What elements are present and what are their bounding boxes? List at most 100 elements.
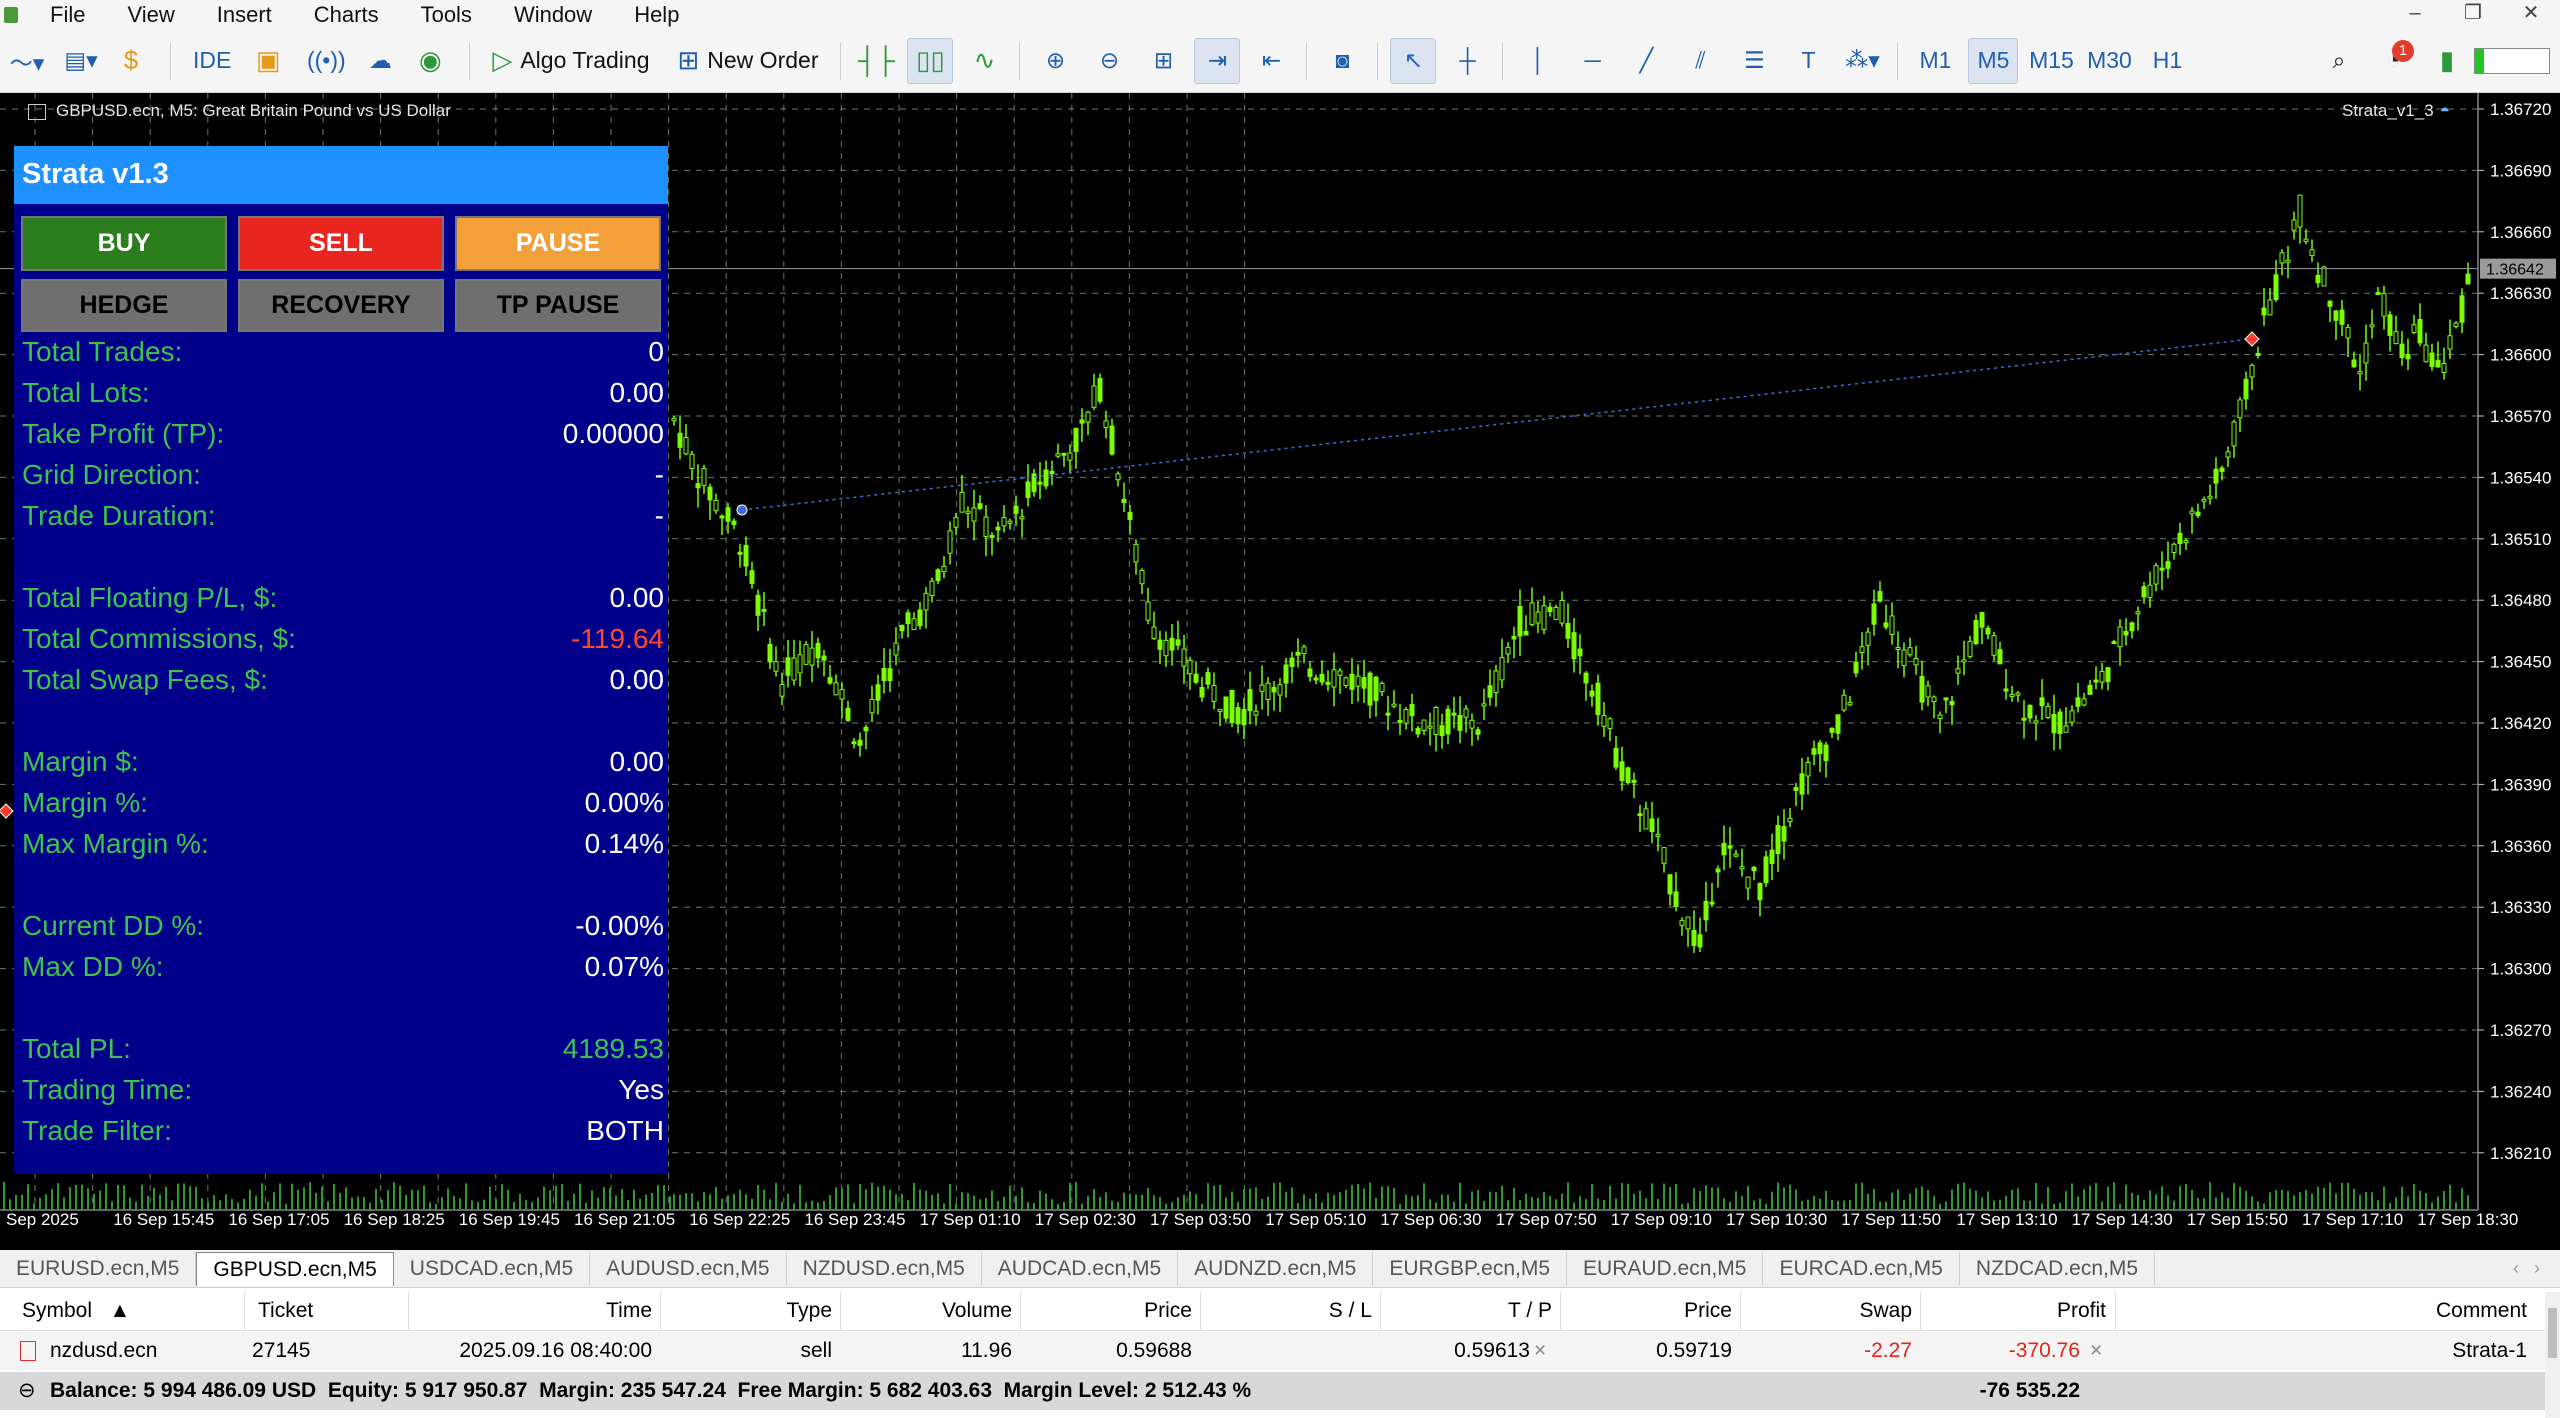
candle-body <box>2285 259 2291 263</box>
header-tp[interactable]: T / P <box>1380 1292 1552 1330</box>
line-chart-icon[interactable]: ∿ <box>961 38 1007 84</box>
market-icon[interactable]: $ <box>112 38 158 84</box>
crosshair-icon[interactable]: ┼ <box>1444 38 1490 84</box>
vps-icon[interactable]: ◉ <box>411 38 457 84</box>
menu-tools[interactable]: Tools <box>400 2 493 28</box>
algo-trading-button[interactable]: ▷ Algo Trading <box>482 38 659 84</box>
horizontal-line-icon[interactable]: ─ <box>1569 38 1615 84</box>
candle-body <box>2183 540 2189 544</box>
notifications-icon[interactable]: ◔ 1 <box>2370 38 2416 84</box>
zoom-out-icon[interactable]: ⊖ <box>1086 38 1132 84</box>
lock-icon[interactable]: ▣ <box>249 38 295 84</box>
trade-close-marker <box>2244 331 2260 347</box>
screenshot-icon[interactable]: ◙ <box>1319 38 1365 84</box>
timeframe-m30[interactable]: M30 <box>2084 38 2134 84</box>
header-current-price[interactable]: Price <box>1560 1292 1732 1330</box>
symbol-tab[interactable]: EURGBP.ecn,M5 <box>1373 1252 1568 1285</box>
candle-body <box>857 739 863 746</box>
restore-button[interactable]: ❐ <box>2444 0 2502 29</box>
new-order-button[interactable]: ⊞ New Order <box>667 38 828 84</box>
symbol-tab[interactable]: AUDCAD.ecn,M5 <box>982 1252 1179 1285</box>
grid-icon[interactable]: ⊞ <box>1140 38 1186 84</box>
candle-body <box>2015 692 2021 696</box>
ea-stat-label: Trading Time: <box>22 1074 193 1105</box>
symbol-tab[interactable]: GBPUSD.ecn,M5 <box>196 1251 394 1286</box>
tp-pause-button[interactable]: TP PAUSE <box>455 279 661 332</box>
candle-body <box>1397 719 1403 723</box>
header-profit[interactable]: Profit <box>1920 1292 2106 1330</box>
fibonacci-icon[interactable]: ☰ <box>1731 38 1777 84</box>
timeframe-m1[interactable]: M1 <box>1910 38 1960 84</box>
sell-button[interactable]: SELL <box>238 216 444 271</box>
candle-body <box>1481 703 1487 707</box>
symbol-tab[interactable]: EURCAD.ecn,M5 <box>1763 1252 1960 1285</box>
candle-body <box>1715 868 1721 873</box>
symbol-tab[interactable]: NZDUSD.ecn,M5 <box>787 1252 982 1285</box>
candle-body <box>2327 300 2333 307</box>
candle-body <box>2177 532 2183 545</box>
buy-button[interactable]: BUY <box>21 216 227 271</box>
auto-scroll-icon[interactable]: ⇥ <box>1194 37 1241 84</box>
chart-shift-icon[interactable]: ⇤ <box>1248 38 1294 84</box>
symbol-tab[interactable]: EURAUD.ecn,M5 <box>1567 1252 1764 1285</box>
candle-body <box>2333 310 2339 321</box>
timeframe-m5[interactable]: M5 <box>1968 37 2019 84</box>
candle-body <box>1505 646 1511 655</box>
text-icon[interactable]: T <box>1785 38 1831 84</box>
trendline-icon[interactable]: ╱ <box>1623 38 1669 84</box>
close-button[interactable]: ✕ <box>2502 0 2560 29</box>
pause-button[interactable]: PAUSE <box>455 216 661 271</box>
header-symbol[interactable]: Symbol ▲ <box>22 1292 130 1330</box>
cursor-icon[interactable]: ↖ <box>1390 37 1437 84</box>
channel-icon[interactable]: ⫽ <box>1677 38 1723 84</box>
symbol-tab[interactable]: AUDUSD.ecn,M5 <box>590 1252 787 1285</box>
ide-button[interactable]: IDE <box>183 38 241 84</box>
candle-body <box>1823 744 1829 762</box>
symbol-tab[interactable]: USDCAD.ecn,M5 <box>394 1252 591 1285</box>
header-sl[interactable]: S / L <box>1200 1292 1372 1330</box>
collapse-icon[interactable]: ⊖ <box>18 1372 36 1410</box>
menu-insert[interactable]: Insert <box>196 2 293 28</box>
table-row[interactable]: nzdusd.ecn 27145 2025.09.16 08:40:00 sel… <box>0 1332 2545 1370</box>
menu-view[interactable]: View <box>106 2 195 28</box>
header-volume[interactable]: Volume <box>840 1292 1012 1330</box>
candle-body <box>1535 611 1541 624</box>
header-time[interactable]: Time <box>408 1292 652 1330</box>
ea-stat-label: Grid Direction: <box>22 459 201 490</box>
symbol-tab[interactable]: AUDNZD.ecn,M5 <box>1178 1252 1374 1285</box>
search-icon[interactable]: ⌕ <box>2316 38 2362 84</box>
tab-scroll-arrows[interactable]: ‹ › <box>2513 1258 2540 1279</box>
recovery-button[interactable]: RECOVERY <box>238 279 444 332</box>
hedge-button[interactable]: HEDGE <box>21 279 227 332</box>
remove-tp-icon[interactable]: × <box>1534 1332 1546 1370</box>
candle-body <box>671 417 677 422</box>
table-scrollbar[interactable] <box>2545 1292 2560 1418</box>
candle-body <box>1745 876 1751 889</box>
minimize-button[interactable]: – <box>2386 0 2444 29</box>
vertical-line-icon[interactable]: │ <box>1515 38 1561 84</box>
menu-charts[interactable]: Charts <box>293 2 400 28</box>
cloud-icon[interactable]: ☁ <box>357 38 403 84</box>
shapes-icon[interactable]: ⁂▾ <box>1839 38 1885 84</box>
timeframe-h1[interactable]: H1 <box>2142 38 2192 84</box>
menu-file[interactable]: File <box>26 2 106 28</box>
header-ticket[interactable]: Ticket <box>258 1292 313 1330</box>
chart-type-icon[interactable]: 〜▾ <box>4 38 50 84</box>
expert-advisor-label[interactable]: Strata_v1_3 ◓ <box>2342 101 2450 121</box>
header-type[interactable]: Type <box>660 1292 832 1330</box>
menu-help[interactable]: Help <box>613 2 700 28</box>
menu-window[interactable]: Window <box>493 2 613 28</box>
header-swap[interactable]: Swap <box>1740 1292 1912 1330</box>
close-position-icon[interactable]: × <box>2090 1332 2102 1370</box>
header-price[interactable]: Price <box>1020 1292 1192 1330</box>
candle-body <box>2141 586 2147 598</box>
symbol-tab[interactable]: EURUSD.ecn,M5 <box>0 1252 197 1285</box>
zoom-in-icon[interactable]: ⊕ <box>1032 38 1078 84</box>
header-comment[interactable]: Comment <box>2115 1292 2527 1330</box>
symbol-tab[interactable]: NZDCAD.ecn,M5 <box>1960 1252 2156 1285</box>
bar-chart-icon[interactable]: ┤├ <box>853 38 899 84</box>
signals-icon[interactable]: ((•)) <box>303 38 349 84</box>
chart-template-icon[interactable]: ▤▾ <box>58 38 104 84</box>
candlestick-icon[interactable]: ▯▯ <box>907 37 954 84</box>
timeframe-m15[interactable]: M15 <box>2026 38 2076 84</box>
